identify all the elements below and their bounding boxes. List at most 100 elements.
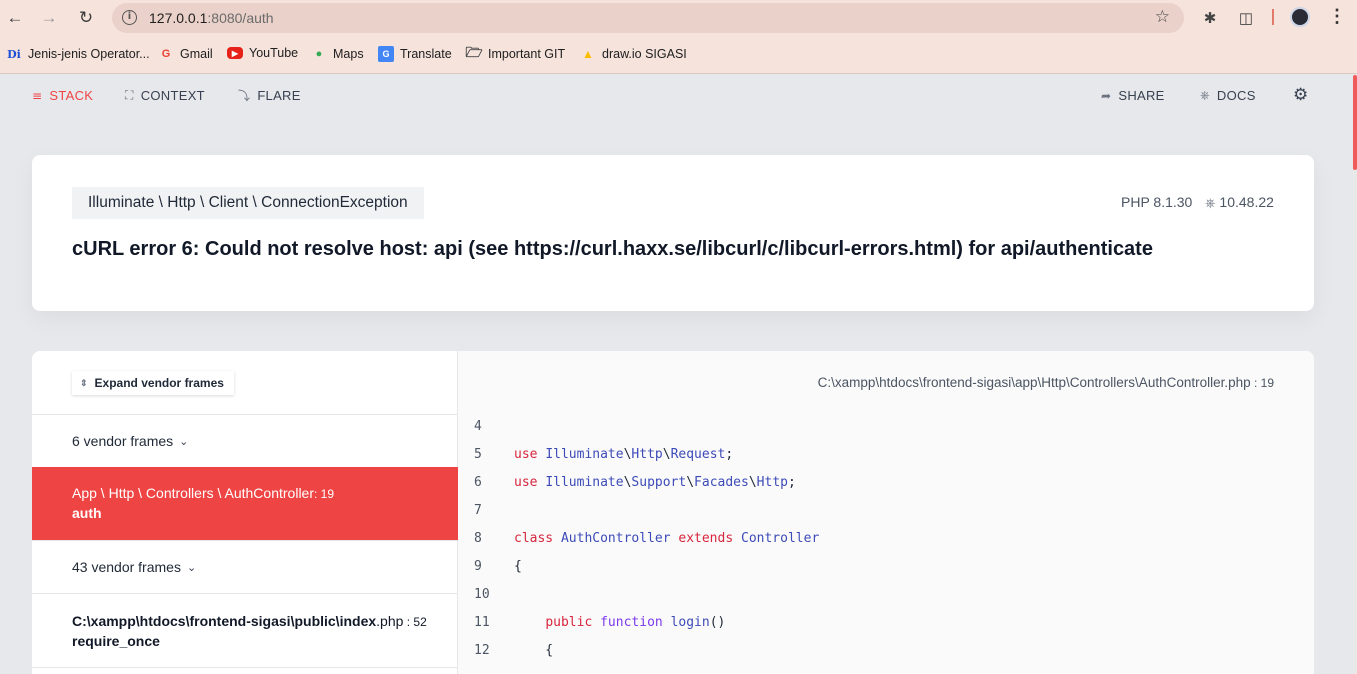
line-number: 11 <box>474 615 490 630</box>
code-text: use Illuminate\Http\Request; <box>514 447 734 462</box>
chevron-down-icon: ⌄ <box>179 434 189 448</box>
laravel-version-text: 10.48.22 <box>1219 194 1274 210</box>
maps-icon: ● <box>315 48 323 60</box>
toolbar-divider <box>1272 9 1274 25</box>
file-path[interactable]: C:\xampp\htdocs\frontend-sigasi\app\Http… <box>818 375 1274 390</box>
code-line: 5 use Illuminate\Http\Request; <box>458 442 1314 470</box>
bookmark-label: Maps <box>333 47 364 61</box>
stack-icon: ≡ <box>32 88 43 103</box>
scrollbar-thumb[interactable] <box>1353 75 1357 170</box>
back-icon[interactable]: ← <box>3 6 27 30</box>
line-number: 4 <box>474 419 482 434</box>
flare-icon: ⤵ <box>238 89 251 103</box>
profile-avatar[interactable] <box>1290 7 1310 27</box>
frame-class: App \ Http \ Controllers \ AuthControlle… <box>72 485 334 501</box>
bookmark-item[interactable]: ● Maps <box>311 46 364 62</box>
bookmark-label: Important GIT <box>488 47 566 61</box>
chevron-down-icon: ⌄ <box>186 560 197 574</box>
bookmark-item[interactable]: ▲ draw.io SIGASI <box>580 46 687 62</box>
menu-kebab-icon[interactable]: ⋮ <box>1328 6 1346 27</box>
line-number: 12 <box>474 643 490 658</box>
code-line: 8 class AuthController extends Controller <box>458 526 1314 554</box>
bookmark-item[interactable]: Di Jenis-jenis Operator... <box>6 46 150 62</box>
frame-line: : 52 <box>403 615 427 629</box>
vendor-count: 43 vendor frames <box>72 559 181 575</box>
tab-context[interactable]: ⛶ CONTEXT <box>125 88 205 103</box>
folder-icon: 🗁 <box>465 44 483 60</box>
frame-function: require_once <box>72 633 160 649</box>
bookmark-label: Translate <box>400 47 452 61</box>
extensions-puzzle-icon[interactable]: ◫ <box>1235 7 1257 29</box>
code-text: use Illuminate\Support\Facades\Http; <box>514 475 796 490</box>
line-number: 5 <box>474 447 482 462</box>
laravel-icon: ⎈ <box>1205 196 1216 211</box>
code-text: public function login() <box>545 615 726 630</box>
bug-extension-icon[interactable]: ✱ <box>1199 7 1221 29</box>
vendor-frames-label: 6 vendor frames ⌄ <box>72 433 188 449</box>
file-path-text: C:\xampp\htdocs\frontend-sigasi\app\Http… <box>817 375 1225 390</box>
code-line: 10 <box>458 582 1314 610</box>
expand-vendor-frames-button[interactable]: ⇕ Expand vendor frames <box>72 371 234 395</box>
page-scrollbar[interactable] <box>1353 75 1357 674</box>
code-line: 9{ <box>458 554 1314 582</box>
bookmarks-bar: Di Jenis-jenis Operator... G Gmail ▶ YouTub… <box>0 36 1357 74</box>
reload-icon[interactable]: ↻ <box>74 6 98 30</box>
code-line: 11 public function login() <box>458 610 1314 638</box>
code-viewer: C:\xampp\htdocs\frontend-sigasi\app\Http… <box>458 351 1314 674</box>
exception-class: Illuminate \ Http \ Client \ ConnectionE… <box>72 187 424 219</box>
file-line: : 19 <box>1250 376 1274 390</box>
url-text[interactable]: 127.0.0.1:8080/auth <box>149 10 274 26</box>
frame-function: auth <box>72 505 102 521</box>
bookmark-label: Jenis-jenis Operator... <box>28 47 150 61</box>
frame-class-text: App \ Http \ Controllers \ AuthControlle… <box>72 485 314 501</box>
bookmark-item[interactable]: G Gmail <box>158 46 213 62</box>
frame-path: C:\xampp\htdocs\frontend-sigasi\public\i… <box>72 613 427 629</box>
bookmark-label: YouTube <box>249 46 299 60</box>
code-text: { <box>514 643 554 658</box>
vendor-frames-label: 43 vendor frames ⌄ <box>72 559 196 575</box>
bookmark-label: draw.io SIGASI <box>602 47 687 61</box>
frame-active[interactable]: App \ Http \ Controllers \ AuthControlle… <box>32 467 458 540</box>
bookmark-item[interactable]: 🗁 Important GIT <box>465 44 566 62</box>
vendor-count: 6 vendor frames <box>72 433 174 449</box>
docs-button[interactable]: ⎈ DOCS <box>1200 88 1256 103</box>
address-bar[interactable]: i 127.0.0.1:8080/auth ☆ <box>112 3 1184 33</box>
line-number: 7 <box>474 503 482 518</box>
line-number: 8 <box>474 531 482 546</box>
expand-chevrons-icon: ⇕ <box>80 377 88 388</box>
tab-flare[interactable]: ⤵ FLARE <box>238 87 301 104</box>
bookmark-label: Gmail <box>180 47 213 61</box>
exception-message: cURL error 6: Could not resolve host: ap… <box>72 238 1153 260</box>
site-info-icon[interactable]: i <box>122 10 137 25</box>
exception-card: Illuminate \ Http \ Client \ ConnectionE… <box>32 155 1314 311</box>
error-page: ≡ STACK ⛶ CONTEXT ⤵ FLARE ➦ SHARE ⎈ DOCS ⚙ Il… <box>0 75 1353 674</box>
code-text: { <box>514 559 522 574</box>
line-number: 9 <box>474 559 482 574</box>
bookmark-star-icon[interactable]: ☆ <box>1155 7 1170 27</box>
bookmark-item[interactable]: G Translate <box>378 46 452 62</box>
tab-context-label: CONTEXT <box>140 88 205 103</box>
line-number: 10 <box>474 587 490 602</box>
code-text: class AuthController extends Controller <box>514 531 820 546</box>
line-number: 6 <box>474 475 482 490</box>
share-button[interactable]: ➦ SHARE <box>1101 88 1165 103</box>
frame-line: : 19 <box>314 487 335 501</box>
frame-item[interactable]: C:\xampp\htdocs\frontend-sigasi\public\i… <box>32 593 458 667</box>
tab-stack[interactable]: ≡ STACK <box>32 88 93 103</box>
share-label: SHARE <box>1118 88 1165 103</box>
code-line: 12 { <box>458 638 1314 666</box>
code-line: 7 <box>458 498 1314 526</box>
browser-toolbar: ← → ↻ i 127.0.0.1:8080/auth ☆ ✱ ◫ ⋮ <box>0 0 1357 36</box>
ignition-nav: ≡ STACK ⛶ CONTEXT ⤵ FLARE ➦ SHARE ⎈ DOCS ⚙ <box>0 75 1353 117</box>
context-icon: ⛶ <box>125 88 134 102</box>
laravel-version: ⎈ 10.48.22 <box>1205 194 1274 211</box>
bookmark-item[interactable]: ▶ YouTube <box>227 46 298 60</box>
vendor-frames-group[interactable]: 43 vendor frames ⌄ <box>32 540 458 593</box>
youtube-icon: ▶ <box>227 47 243 59</box>
vendor-frames-group[interactable]: 6 vendor frames ⌄ <box>32 414 458 467</box>
translate-icon: G <box>378 46 394 62</box>
forward-icon[interactable]: → <box>37 6 61 30</box>
settings-gear-icon[interactable]: ⚙ <box>1293 85 1309 105</box>
expand-label: Expand vendor frames <box>94 376 224 390</box>
url-host: 127.0.0.1 <box>149 10 208 26</box>
